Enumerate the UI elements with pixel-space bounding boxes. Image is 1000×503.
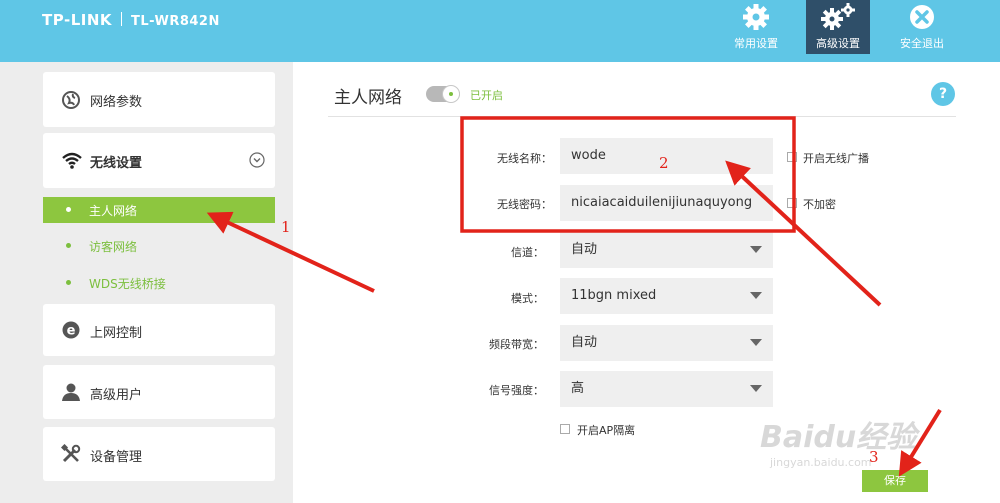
sidebar-item-label: 无线设置 xyxy=(90,156,143,171)
nav-logout[interactable]: 安全退出 xyxy=(890,0,954,54)
channel-select[interactable]: 自动 xyxy=(560,232,773,268)
chevron-down-icon[interactable] xyxy=(249,152,265,168)
wifi-icon xyxy=(62,152,82,169)
no-encrypt-label: 不加密 xyxy=(803,198,836,211)
bullet-icon xyxy=(66,207,71,212)
nav-label: 常用设置 xyxy=(734,37,778,50)
dropdown-arrow-icon xyxy=(750,385,762,392)
logout-icon xyxy=(910,5,934,29)
wireless-toggle[interactable] xyxy=(426,85,460,103)
annotation-number-2: 2 xyxy=(659,154,669,172)
header-divider xyxy=(328,116,956,117)
ap-isolation-checkbox[interactable] xyxy=(560,424,570,434)
brand-logo: TP-LINK TL-WR842N xyxy=(42,11,220,29)
nav-label: 高级设置 xyxy=(816,37,860,50)
annotation-number-1: 1 xyxy=(281,218,291,236)
signal-label: 信号强度： xyxy=(489,384,544,397)
gear-icon xyxy=(743,4,769,30)
toggle-knob xyxy=(442,85,460,103)
brand-name: TP-LINK xyxy=(42,11,113,29)
mode-select[interactable]: 11bgn mixed xyxy=(560,278,773,314)
signal-select[interactable]: 高 xyxy=(560,371,773,407)
model-name: TL-WR842N xyxy=(131,14,220,29)
bandwidth-value: 自动 xyxy=(571,335,598,350)
nav-advanced-settings[interactable]: 高级设置 xyxy=(806,0,870,54)
subitem-label: 访客网络 xyxy=(89,240,138,254)
ssid-label: 无线名称： xyxy=(497,152,552,165)
channel-label: 信道： xyxy=(511,246,544,259)
bullet-icon xyxy=(66,243,71,248)
sidebar-item-label: 网络参数 xyxy=(90,95,143,110)
bandwidth-select[interactable]: 自动 xyxy=(560,325,773,361)
sidebar-subitem-host-network[interactable]: 主人网络 xyxy=(43,197,275,223)
nav-common-settings[interactable]: 常用设置 xyxy=(724,0,788,54)
page-title: 主人网络 xyxy=(334,88,402,108)
mode-value: 11bgn mixed xyxy=(571,288,657,303)
sidebar-item-access-control[interactable]: e 上网控制 xyxy=(43,304,275,356)
channel-value: 自动 xyxy=(571,242,598,257)
password-input[interactable]: nicaiacaiduilenijiunaquyong xyxy=(560,185,773,221)
watermark-url: jingyan.baidu.com xyxy=(770,456,872,469)
dropdown-arrow-icon xyxy=(750,246,762,253)
globe-icon xyxy=(62,91,80,109)
subitem-label: 主人网络 xyxy=(89,204,138,218)
nav-label: 安全退出 xyxy=(900,37,944,50)
mode-label: 模式： xyxy=(511,292,544,305)
bullet-icon xyxy=(66,280,71,285)
ie-icon: e xyxy=(62,321,80,339)
subitem-label: WDS无线桥接 xyxy=(89,277,166,291)
svg-text:e: e xyxy=(67,324,76,339)
broadcast-checkbox[interactable] xyxy=(787,152,797,162)
gears-icon xyxy=(821,3,855,30)
help-icon[interactable]: ? xyxy=(931,82,955,106)
sidebar-item-label: 上网控制 xyxy=(90,326,143,341)
no-encrypt-checkbox[interactable] xyxy=(787,198,797,208)
sidebar-subitem-wds-bridge[interactable]: WDS无线桥接 xyxy=(43,270,275,296)
sidebar-item-advanced-users[interactable]: 高级用户 xyxy=(43,365,275,419)
top-header: TP-LINK TL-WR842N 常用设置 高级设置 安全退出 xyxy=(0,0,1000,62)
sidebar-subitem-guest-network[interactable]: 访客网络 xyxy=(43,233,275,259)
watermark: Baidu经验 xyxy=(760,420,917,455)
tools-icon xyxy=(61,444,81,463)
sidebar-item-device-mgmt[interactable]: 设备管理 xyxy=(43,427,275,481)
dropdown-arrow-icon xyxy=(750,292,762,299)
annotation-number-3: 3 xyxy=(869,448,879,466)
broadcast-label: 开启无线广播 xyxy=(803,152,869,165)
sidebar-item-network-params[interactable]: 网络参数 xyxy=(43,72,275,127)
brand-separator xyxy=(121,12,123,26)
sidebar-item-wireless[interactable]: 无线设置 xyxy=(43,133,275,188)
bandwidth-label: 频段带宽： xyxy=(489,338,544,351)
ap-isolation-label: 开启AP隔离 xyxy=(577,424,636,437)
sidebar-item-label: 设备管理 xyxy=(90,450,143,465)
user-icon xyxy=(62,383,80,401)
signal-value: 高 xyxy=(571,381,585,396)
sidebar-item-label: 高级用户 xyxy=(90,388,143,403)
dropdown-arrow-icon xyxy=(750,339,762,346)
save-button[interactable]: 保存 xyxy=(862,470,928,492)
toggle-status-text: 已开启 xyxy=(470,89,503,102)
password-label: 无线密码： xyxy=(497,198,552,211)
